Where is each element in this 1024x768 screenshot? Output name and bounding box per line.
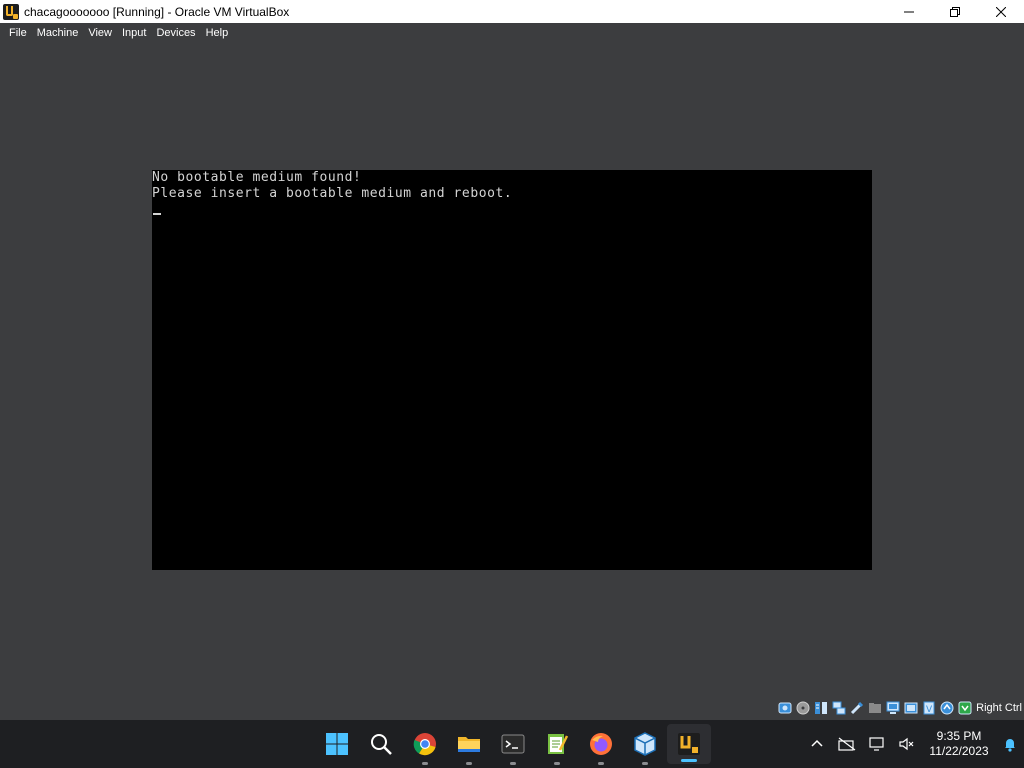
show-hidden-icons-button[interactable] — [802, 720, 832, 768]
taskbar-file-explorer[interactable] — [447, 720, 491, 768]
usb-icon[interactable] — [848, 699, 866, 717]
text-cursor — [153, 213, 161, 215]
tray-volume-button[interactable] — [892, 720, 922, 768]
virtualbox-icon — [634, 732, 656, 756]
menu-devices[interactable]: Devices — [151, 24, 200, 42]
notifications-button[interactable] — [996, 720, 1024, 768]
maximize-button[interactable] — [932, 0, 978, 23]
network-disconnected-icon — [838, 737, 856, 751]
menu-bar: File Machine View Input Devices Help — [0, 23, 1024, 43]
title-bar[interactable]: chacagooooooo [Running] - Oracle VM Virt… — [0, 0, 1024, 23]
search-icon — [371, 734, 392, 755]
host-key-label[interactable]: Right Ctrl — [976, 702, 1022, 714]
start-icon — [326, 733, 348, 755]
vm-message-line-1: No bootable medium found! — [152, 170, 362, 185]
virtualbox-vm-icon — [678, 733, 700, 755]
hard-disk-icon[interactable] — [776, 699, 794, 717]
notepad-icon — [548, 734, 569, 754]
menu-view[interactable]: View — [83, 24, 117, 42]
optical-drive-icon[interactable] — [794, 699, 812, 717]
taskbar-chrome[interactable] — [403, 720, 447, 768]
taskbar-apps — [315, 720, 711, 768]
windows-taskbar: 9:35 PM 11/22/2023 — [0, 720, 1024, 768]
shared-folders-icon[interactable] — [866, 699, 884, 717]
menu-file[interactable]: File — [4, 24, 32, 42]
close-icon — [996, 6, 1006, 17]
network-icon[interactable] — [830, 699, 848, 717]
cpu-icon[interactable]: V — [920, 699, 938, 717]
audio-icon[interactable] — [812, 699, 830, 717]
speaker-muted-icon — [899, 737, 914, 751]
close-button[interactable] — [978, 0, 1024, 23]
tray-network-button[interactable] — [832, 720, 862, 768]
tray-display-button[interactable] — [862, 720, 892, 768]
menu-input[interactable]: Input — [117, 24, 151, 42]
clock-time: 9:35 PM — [936, 729, 982, 743]
keyboard-icon[interactable] — [956, 699, 974, 717]
taskbar-virtualbox-manager[interactable] — [623, 720, 667, 768]
taskbar-firefox[interactable] — [579, 720, 623, 768]
restore-icon — [950, 6, 960, 17]
menu-machine[interactable]: Machine — [32, 24, 84, 42]
mouse-integration-icon[interactable] — [938, 699, 956, 717]
clock-date: 11/22/2023 — [929, 744, 989, 758]
minimize-icon — [904, 11, 914, 12]
taskbar-search-button[interactable] — [359, 720, 403, 768]
vm-message-line-2: Please insert a bootable medium and rebo… — [152, 186, 513, 201]
taskbar-virtualbox-vm[interactable] — [667, 724, 711, 764]
window-title: chacagooooooo [Running] - Oracle VM Virt… — [24, 4, 290, 19]
bell-icon — [1005, 739, 1015, 752]
recording-icon[interactable] — [902, 699, 920, 717]
terminal-icon — [501, 734, 525, 754]
virtualbox-app-icon — [3, 3, 19, 20]
minimize-button[interactable] — [886, 0, 932, 23]
start-button[interactable] — [315, 720, 359, 768]
vm-display[interactable]: No bootable medium found! Please insert … — [152, 170, 872, 570]
firefox-icon — [590, 733, 612, 755]
vm-status-bar: V Right Ctrl — [776, 698, 1024, 718]
svg-text:V: V — [926, 705, 933, 715]
monitor-icon — [869, 737, 884, 751]
chevron-up-icon — [811, 739, 823, 747]
chrome-icon — [413, 733, 436, 756]
taskbar-clock[interactable]: 9:35 PM 11/22/2023 — [922, 729, 996, 759]
menu-help[interactable]: Help — [201, 24, 234, 42]
display-icon[interactable] — [884, 699, 902, 717]
window-controls — [886, 0, 1024, 23]
system-tray: 9:35 PM 11/22/2023 — [802, 720, 1024, 768]
taskbar-terminal[interactable] — [491, 720, 535, 768]
taskbar-notepad[interactable] — [535, 720, 579, 768]
file-explorer-icon — [458, 737, 480, 752]
